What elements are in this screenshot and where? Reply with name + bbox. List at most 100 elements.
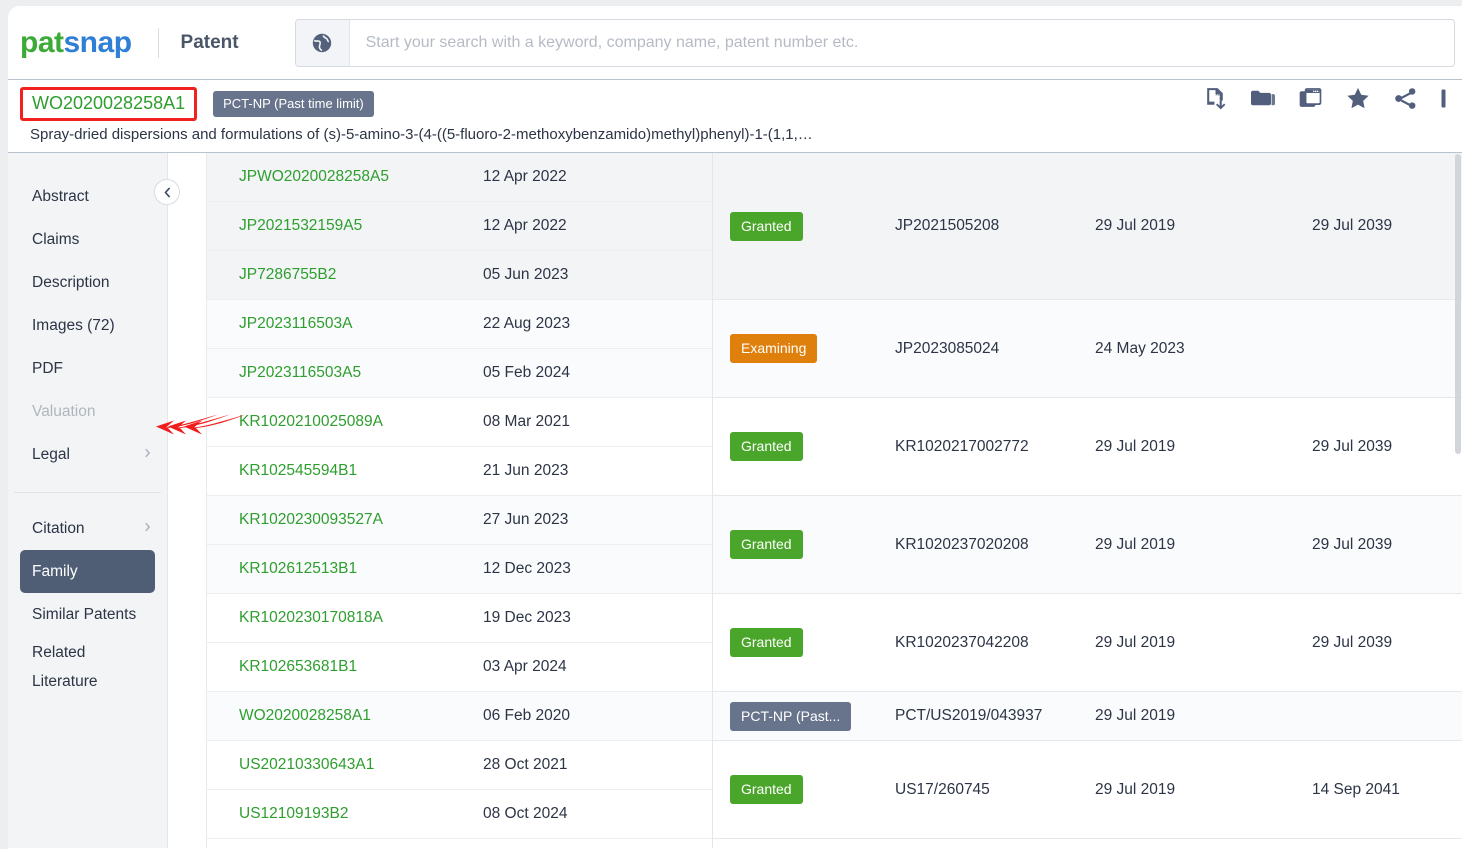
expiry-date: 29 Jul 2039 [1312, 535, 1393, 553]
star-icon[interactable] [1345, 86, 1371, 111]
patent-number-link[interactable]: WO2020028258A1 [32, 93, 185, 113]
status-badge: Examining [730, 334, 818, 363]
vertical-scrollbar[interactable] [1454, 154, 1462, 849]
expiry-date: 14 Sep 2041 [1312, 780, 1400, 798]
sidebar-item-images[interactable]: Images (72) [8, 304, 167, 347]
window-copy-icon[interactable] [1298, 86, 1323, 111]
sidebar-item-related-literature[interactable]: Related Literature [8, 636, 167, 696]
filing-date: 29 Jul 2019 [1095, 633, 1176, 651]
patent-status-chip: PCT-NP (Past time limit) [213, 91, 374, 117]
list-item[interactable]: JP2023116503A 22 Aug 2023 [207, 300, 712, 349]
list-item[interactable]: WO2020028258A1 06 Feb 2020 [207, 692, 712, 741]
sidebar-label: Related Literature [32, 644, 98, 690]
patsnap-logo[interactable]: patsnap [20, 25, 133, 59]
application-number: KR1020217002772 [895, 437, 1029, 455]
folder-icon[interactable] [1250, 86, 1276, 111]
application-number: JP2023085024 [895, 339, 1000, 357]
publication-number-link[interactable]: KR102653681B1 [207, 658, 483, 676]
list-item[interactable]: KR1020230170818A 19 Dec 2023 [207, 594, 712, 643]
publication-number-link[interactable]: US20210330643A1 [207, 756, 483, 774]
publication-number-link[interactable]: JP7286755B2 [207, 266, 483, 284]
application-number: KR1020237042208 [895, 633, 1029, 651]
list-item[interactable]: US12109193B2 08 Oct 2024 [168, 414, 712, 839]
publication-number-link[interactable]: JP2021532159A5 [207, 217, 483, 235]
filing-date: 29 Jul 2019 [1095, 780, 1176, 798]
publication-date: 19 Dec 2023 [483, 609, 571, 626]
sidebar-item-claims[interactable]: Claims [8, 218, 167, 261]
list-item[interactable]: KR102653681B1 03 Apr 2024 [207, 643, 712, 692]
patent-header: WO2020028258A1 PCT-NP (Past time limit) … [8, 80, 1462, 153]
publication-number-link[interactable]: WO2020028258A1 [207, 707, 483, 725]
table-row[interactable]: Granted KR1020237042208 29 Jul 2019 29 J… [713, 594, 1462, 692]
publication-number-link[interactable]: KR1020230170818A [207, 609, 483, 627]
publication-date: 05 Jun 2023 [483, 266, 569, 283]
application-number: KR1020237020208 [895, 535, 1029, 553]
status-badge: Granted [730, 775, 803, 804]
publication-date: 12 Dec 2023 [483, 560, 571, 577]
publication-number-link[interactable]: JP2023116503A [207, 315, 483, 333]
search-input[interactable] [349, 19, 1454, 66]
publication-number-link[interactable]: JPWO2020028258A5 [207, 168, 483, 186]
publication-date: 05 Feb 2024 [483, 364, 571, 381]
sidebar-divider [14, 492, 161, 493]
header-action-icons: PDF [1203, 86, 1462, 111]
search-bar [294, 18, 1455, 67]
chevron-left-icon[interactable] [154, 179, 180, 205]
app-window: patsnap Patent WO2020028258A1 PCT-NP (Pa… [8, 6, 1462, 849]
globe-icon[interactable] [295, 19, 350, 66]
publication-date: 12 Apr 2022 [483, 217, 567, 234]
left-gutter [168, 153, 207, 848]
table-row[interactable]: Granted KR1020217002772 29 Jul 2019 29 J… [713, 398, 1462, 496]
list-item[interactable]: KR102612513B1 12 Dec 2023 [207, 545, 712, 594]
publication-date: 12 Apr 2022 [483, 168, 567, 185]
nav-patent[interactable]: Patent [181, 32, 239, 54]
list-item[interactable]: KR1020210025089A 08 Mar 2021 [207, 398, 712, 447]
top-bar: patsnap Patent [8, 6, 1462, 80]
publication-date: 22 Aug 2023 [483, 315, 571, 332]
patent-number-highlight: WO2020028258A1 [20, 87, 198, 121]
list-item[interactable]: JP2021532159A5 12 Apr 2022 [207, 202, 712, 251]
sidebar-item-description[interactable]: Description [8, 261, 167, 304]
sidebar: Abstract Claims Description Images (72) … [8, 153, 180, 848]
list-item[interactable]: KR1020230093527A 27 Jun 2023 [207, 496, 712, 545]
table-row[interactable]: Granted KR1020237020208 29 Jul 2019 29 J… [713, 496, 1462, 594]
publication-number-link[interactable]: KR102545594B1 [207, 462, 483, 480]
list-item[interactable]: JP7286755B2 05 Jun 2023 [156, 251, 712, 434]
sidebar-item-abstract[interactable]: Abstract [8, 175, 167, 218]
sidebar-group-secondary: Citation Family Similar Patents Related … [8, 507, 167, 696]
sidebar-item-citation[interactable]: Citation [8, 507, 167, 550]
sidebar-item-family[interactable]: Family [20, 550, 155, 593]
publication-number-link[interactable]: KR1020210025089A [207, 413, 483, 431]
publication-date: 28 Oct 2021 [483, 756, 568, 773]
table-row[interactable]: Granted US17/260745 29 Jul 2019 14 Sep 2… [713, 741, 1462, 839]
sidebar-item-pdf[interactable]: PDF [8, 347, 167, 390]
publication-number-link[interactable]: KR102612513B1 [207, 560, 483, 578]
filing-date: 24 May 2023 [1095, 339, 1185, 357]
share-icon[interactable] [1393, 86, 1418, 111]
publication-number-link[interactable]: JP2023116503A5 [207, 364, 483, 382]
sidebar-item-legal[interactable]: Legal [8, 433, 167, 476]
table-row[interactable]: PCT-NP (Past... PCT/US2019/043937 29 Jul… [713, 692, 1462, 741]
list-item[interactable]: KR102545594B1 21 Jun 2023 [184, 414, 712, 496]
sidebar-label: Legal [32, 445, 70, 463]
status-badge: Granted [730, 628, 803, 657]
logo-snap: snap [63, 25, 133, 59]
publication-date: 27 Jun 2023 [483, 511, 569, 528]
publication-number-link[interactable]: US12109193B2 [207, 805, 483, 823]
sidebar-item-similar-patents[interactable]: Similar Patents [8, 593, 167, 636]
patent-title: Spray-dried dispersions and formulations… [30, 126, 813, 143]
sidebar-label: Similar Patents [32, 605, 137, 623]
list-item[interactable]: JPWO2020028258A5 12 Apr 2022 [207, 153, 712, 202]
chevron-right-icon [142, 446, 153, 463]
more-icon[interactable] [1440, 86, 1456, 111]
sidebar-label: PDF [32, 359, 63, 377]
publication-date: 08 Oct 2024 [483, 805, 568, 822]
scrollbar-thumb[interactable] [1455, 154, 1461, 454]
status-badge-cell: Examining [713, 334, 895, 363]
pdf-download-icon[interactable]: PDF [1203, 86, 1228, 111]
table-row[interactable]: Granted JP2021505208 29 Jul 2019 29 Jul … [713, 153, 1462, 300]
table-row[interactable]: Examining JP2023085024 24 May 2023 [713, 300, 1462, 398]
list-item[interactable]: US20210330643A1 28 Oct 2021 [207, 741, 712, 790]
list-item[interactable]: JP2023116503A5 05 Feb 2024 [207, 349, 712, 398]
publication-number-link[interactable]: KR1020230093527A [207, 511, 483, 529]
